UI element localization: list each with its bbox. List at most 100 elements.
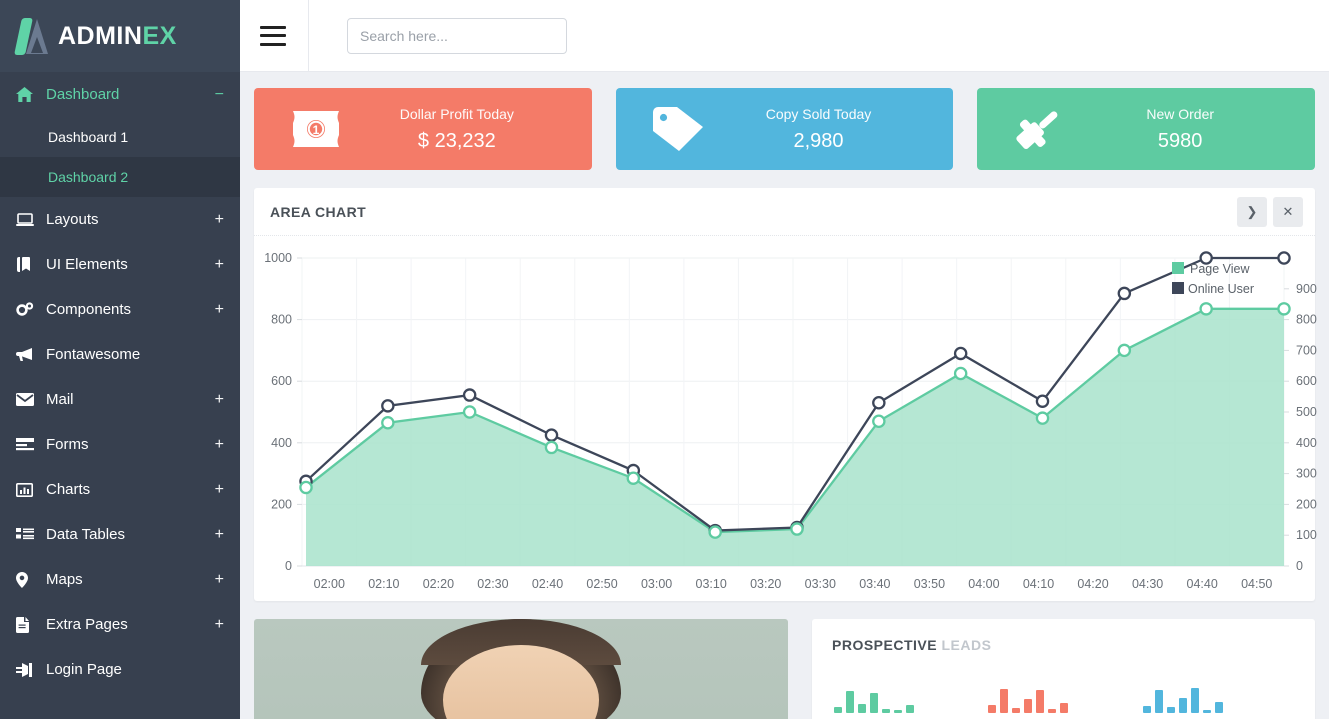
svg-text:04:00: 04:00 [968, 577, 999, 591]
area-chart-panel: AREA CHART ❯ ✕ 0 200 400 600 800 1000 0 100 200 3… [254, 188, 1317, 601]
expand-plus-icon[interactable]: + [215, 436, 224, 453]
svg-text:300: 300 [1296, 467, 1317, 481]
sidebar-label-layouts: Layouts [46, 211, 99, 228]
stat-card-title: Dollar Profit Today [399, 105, 514, 122]
sparkline-bar [870, 693, 878, 713]
expand-plus-icon[interactable]: + [215, 256, 224, 273]
svg-text:400: 400 [271, 436, 292, 450]
expand-plus-icon[interactable]: + [215, 481, 224, 498]
portrait-figure [254, 619, 788, 719]
sparkline-bar [846, 691, 854, 713]
sidebar-item-ui-elements[interactable]: UI Elements + [0, 242, 240, 287]
person-portrait-photo [254, 619, 788, 719]
sidebar-label-mail: Mail [46, 391, 74, 408]
close-icon[interactable]: ✕ [1273, 196, 1303, 227]
sparkline-bar [1202, 710, 1211, 713]
sidebar-submenu-dashboard: Dashboard 1 Dashboard 2 [0, 117, 240, 197]
expand-plus-icon[interactable]: + [215, 301, 224, 318]
content-area: 1 Dollar Profit Today $ 23,232 Copy Sold… [240, 72, 1329, 719]
sparkline-bar [1154, 690, 1163, 713]
stat-card-body: Copy Sold Today 2,980 [724, 106, 938, 153]
svg-text:600: 600 [1296, 374, 1317, 388]
main-area: 1 Dollar Profit Today $ 23,232 [240, 0, 1329, 719]
search-input[interactable] [347, 17, 567, 54]
sidebar-label-fontawesome: Fontawesome [46, 346, 141, 363]
svg-text:0: 0 [285, 559, 292, 573]
portrait-hair [421, 619, 621, 719]
sidebar-item-dashboard[interactable]: Dashboard − [0, 72, 240, 117]
sidebar-item-maps[interactable]: Maps + [0, 557, 240, 602]
sparkline-bar [1142, 706, 1151, 713]
sidebar-item-dashboard-2[interactable]: Dashboard 2 [0, 157, 240, 197]
stat-card-value: $ 23,232 [417, 129, 496, 152]
svg-text:04:50: 04:50 [1241, 577, 1272, 591]
expand-plus-icon[interactable]: + [215, 571, 224, 588]
sidebar-item-mail[interactable]: Mail + [0, 377, 240, 422]
stat-cards-row: 1 Dollar Profit Today $ 23,232 Copy Sold… [254, 88, 1316, 170]
money-bill-icon: 1 [270, 111, 362, 147]
sidebar-item-login-page[interactable]: Login Page [0, 647, 240, 692]
expand-plus-icon[interactable]: + [215, 391, 224, 408]
envelope-icon [16, 393, 46, 406]
expand-plus-icon[interactable]: + [215, 526, 224, 543]
panel-title: AREA CHART [270, 203, 367, 220]
brand-title-accent: EX [142, 21, 177, 50]
adminex-logo-icon [14, 17, 50, 55]
sparkline-bar [906, 705, 914, 713]
svg-text:1: 1 [313, 123, 320, 137]
svg-text:02:10: 02:10 [368, 577, 399, 591]
brand-logo-area[interactable]: ADMINEX [0, 0, 240, 72]
sidebar-item-extra-pages[interactable]: Extra Pages + [0, 602, 240, 647]
sparkline-bar [1166, 707, 1175, 713]
sparkline-red [986, 669, 1140, 713]
sparkline-bar [1000, 689, 1009, 713]
sidebar-nav: Dashboard − Dashboard 1 Dashboard 2 Layo… [0, 72, 240, 692]
book-icon [16, 257, 46, 272]
svg-text:200: 200 [271, 497, 292, 511]
stat-card-new-order[interactable]: New Order 5980 [977, 88, 1316, 170]
sparkline-bar [834, 707, 842, 713]
sidebar-label-data-tables: Data Tables [46, 526, 125, 543]
laptop-icon [16, 212, 46, 227]
collapse-minus-icon[interactable]: − [215, 86, 224, 103]
expand-plus-icon[interactable]: + [215, 211, 224, 228]
sidebar-item-forms[interactable]: Forms + [0, 422, 240, 467]
file-icon [16, 616, 46, 633]
hamburger-icon[interactable] [260, 25, 286, 46]
sidebar-item-data-tables[interactable]: Data Tables + [0, 512, 240, 557]
sidebar-item-charts[interactable]: Charts + [0, 467, 240, 512]
svg-text:04:30: 04:30 [1132, 577, 1163, 591]
svg-text:03:00: 03:00 [641, 577, 672, 591]
sidebar-item-dashboard-1[interactable]: Dashboard 1 [0, 117, 240, 157]
sparkline-bar [1036, 690, 1045, 713]
expand-plus-icon[interactable]: + [215, 616, 224, 633]
svg-text:03:50: 03:50 [914, 577, 945, 591]
stat-card-dollar-profit[interactable]: 1 Dollar Profit Today $ 23,232 [254, 88, 592, 170]
sidebar-label-forms: Forms [46, 436, 89, 453]
svg-text:200: 200 [1296, 497, 1317, 511]
brand-title-primary: ADMIN [58, 21, 143, 50]
topbar-divider [308, 0, 309, 72]
brand-title: ADMINEX [58, 22, 177, 51]
stat-card-body: Dollar Profit Today $ 23,232 [362, 106, 576, 153]
svg-text:02:20: 02:20 [423, 577, 454, 591]
sparkline-bar [894, 710, 902, 713]
map-marker-icon [16, 571, 46, 588]
sidebar-item-components[interactable]: Components + [0, 287, 240, 332]
stat-card-copy-sold[interactable]: Copy Sold Today 2,980 [615, 88, 954, 170]
svg-text:400: 400 [1296, 436, 1317, 450]
stat-card-body: New Order 5980 [1085, 106, 1299, 153]
sidebar-item-layouts[interactable]: Layouts + [0, 197, 240, 242]
sidebar: ADMINEX Dashboard − Dashboard 1 Dashboar… [0, 0, 240, 719]
sidebar-label-ui-elements: UI Elements [46, 256, 128, 273]
bar-chart-icon [16, 482, 46, 497]
svg-text:04:10: 04:10 [1023, 577, 1054, 591]
sparkline-blue [1141, 669, 1295, 713]
svg-text:600: 600 [271, 374, 292, 388]
chevron-down-icon[interactable]: ❯ [1237, 196, 1267, 227]
topbar [240, 0, 1329, 72]
area-chart[interactable]: 0 200 400 600 800 1000 0 100 200 300 400 500 600 700 8… [254, 236, 1317, 601]
sidebar-item-fontawesome[interactable]: Fontawesome [0, 332, 240, 377]
dashboard-page: ADMINEX Dashboard − Dashboard 1 Dashboar… [0, 0, 1329, 719]
leads-title: PROSPECTIVE LEADS [832, 637, 1295, 653]
